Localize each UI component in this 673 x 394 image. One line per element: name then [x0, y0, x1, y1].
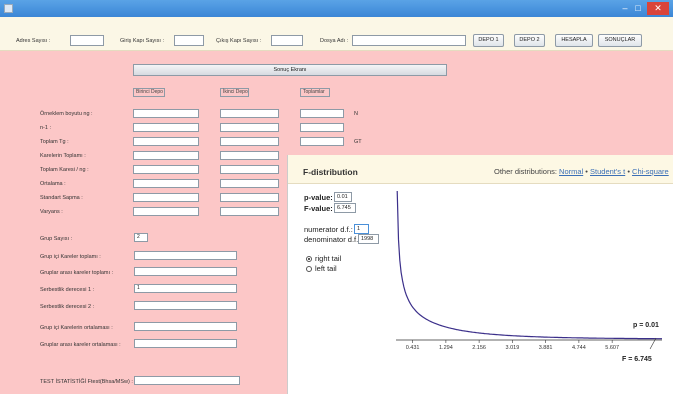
title-bar [0, 0, 673, 17]
result-row-label: Karelerin Toplamı : [40, 153, 86, 159]
grup-ici-input[interactable] [134, 251, 237, 260]
result-input-birinci[interactable] [133, 179, 199, 188]
result-input-ikinci[interactable] [220, 193, 279, 202]
result-row-label: Standart Sapma : [40, 195, 83, 201]
result-row-label: Toplam Tg : [40, 139, 69, 145]
sd2-label: Serbestlik derecesi 2 : [40, 304, 95, 310]
depo1-button[interactable]: DEPO 1 [473, 34, 504, 47]
x-tick-label: 5.607 [605, 345, 619, 351]
p-annotation: p = 0.01 [633, 322, 659, 329]
sd1-label: Serbestlik derecesi 1 : [40, 287, 95, 293]
x-tick-label: 3.881 [539, 345, 553, 351]
column-header-ikinci: İkinci Depo [220, 88, 249, 97]
giris-input[interactable] [174, 35, 204, 46]
minimize-button[interactable]: – [619, 2, 631, 15]
sd1-input[interactable]: 1 [134, 284, 237, 293]
adres-label: Adres Sayısı : [16, 38, 51, 44]
gruplar-arasi-ort-input[interactable] [134, 339, 237, 348]
result-row-label: Ortalama : [40, 181, 66, 187]
result-input-ikinci[interactable] [220, 109, 279, 118]
sd2-input[interactable] [134, 301, 237, 310]
cikis-input[interactable] [271, 35, 303, 46]
result-input-birinci[interactable] [133, 193, 199, 202]
adres-input[interactable] [70, 35, 104, 46]
result-input-birinci[interactable] [133, 137, 199, 146]
column-header-toplamlar: Toplamlar [300, 88, 330, 97]
result-input-ikinci[interactable] [220, 151, 279, 160]
result-input-ikinci[interactable] [220, 207, 279, 216]
hesapla-button[interactable]: HESAPLA [555, 34, 593, 47]
grup-sayisi-input[interactable]: 2 [134, 233, 148, 242]
grup-ici-ort-input[interactable] [134, 322, 237, 331]
giris-label: Giriş Kapı Sayısı : [120, 38, 165, 44]
f-distribution-chart: 0.431 1.294 2.156 3.019 3.881 4.744 5.607 p = … [396, 190, 662, 363]
grup-sayisi-label: Grup Sayısı : [40, 236, 73, 242]
density-curve [396, 190, 662, 340]
result-input-toplam[interactable] [300, 137, 344, 146]
sonuclar-button[interactable]: SONUÇLAR [598, 34, 642, 47]
app-icon [4, 4, 13, 13]
grup-ici-ort-label: Grup içi Karelerin ortalaması : [40, 325, 113, 331]
maximize-button[interactable]: □ [632, 2, 644, 15]
grup-ici-label: Grup içi Kareler toplamı : [40, 254, 101, 260]
result-input-toplam[interactable] [300, 109, 344, 118]
cikis-label: Çıkış Kapı Sayısı : [216, 38, 262, 44]
result-input-ikinci[interactable] [220, 137, 279, 146]
f-distribution-panel: F-distribution Other distributions: Norm… [287, 155, 673, 394]
test-istatistigi-input[interactable] [134, 376, 240, 385]
dosya-input[interactable] [352, 35, 466, 46]
result-input-birinci[interactable] [133, 151, 199, 160]
x-tick-label: 2.156 [472, 345, 486, 351]
result-unit: N [354, 111, 358, 117]
test-istatistigi-label: TEST İSTATİSTİĞİ Ftest(Bhsa/MSw) : [40, 379, 133, 385]
result-input-ikinci[interactable] [220, 179, 279, 188]
result-input-birinci[interactable] [133, 109, 199, 118]
x-tick-label: 3.019 [506, 345, 520, 351]
result-input-toplam[interactable] [300, 123, 344, 132]
x-tick-label: 1.294 [439, 345, 453, 351]
depo2-button[interactable]: DEPO 2 [514, 34, 545, 47]
result-unit: GT [354, 139, 362, 145]
x-tick-label: 0.431 [406, 345, 420, 351]
result-row-label: Toplam Karesi / ng : [40, 167, 89, 173]
result-input-birinci[interactable] [133, 123, 199, 132]
column-header-birinci: Birinci Depo [133, 88, 165, 97]
close-button[interactable]: ✕ [647, 2, 669, 15]
result-row-label: Örneklem boyutu ng : [40, 111, 93, 117]
result-row-label: n-1 : [40, 125, 52, 131]
sonuc-ekrani-button[interactable]: Sonuç Ekranı [133, 64, 447, 76]
result-row-label: Varyans : [40, 209, 63, 215]
x-tick-label: 4.744 [572, 345, 586, 351]
result-input-birinci[interactable] [133, 165, 199, 174]
result-input-birinci[interactable] [133, 207, 199, 216]
gruplar-arasi-ort-label: Gruplar arası kareler ortalaması : [40, 342, 121, 348]
gruplar-arasi-input[interactable] [134, 267, 237, 276]
dosya-label: Dosya Adı : [320, 38, 349, 44]
gruplar-arasi-label: Gruplar arası kareler toplamı : [40, 270, 114, 276]
f-annotation: F = 6.745 [622, 356, 652, 363]
result-input-ikinci[interactable] [220, 123, 279, 132]
result-input-ikinci[interactable] [220, 165, 279, 174]
